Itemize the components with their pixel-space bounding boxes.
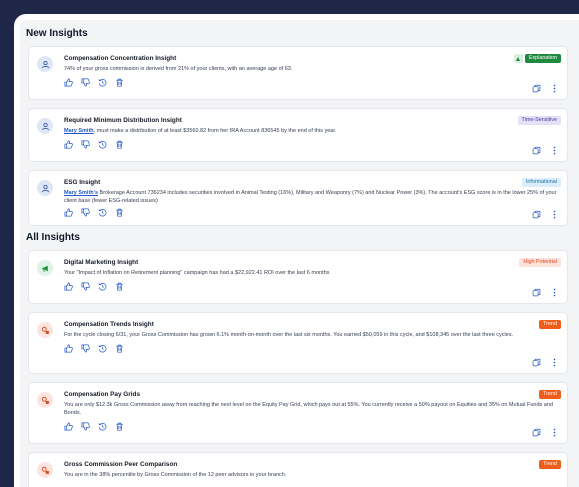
insight-card[interactable]: ESG Insight Informational Mary Smith's B…: [28, 170, 568, 226]
more-vertical-icon[interactable]: [550, 146, 559, 155]
insight-text: 74% of your gross commission is derived …: [64, 66, 293, 72]
insight-title: Compensation Trends Insight: [64, 321, 154, 328]
more-vertical-icon[interactable]: [550, 288, 559, 297]
more-vertical-icon[interactable]: [550, 210, 559, 219]
insight-card[interactable]: Compensation Concentration Insight Expla…: [28, 46, 568, 100]
insight-title: Compensation Pay Grids: [64, 391, 140, 398]
insight-text: Brokerage Account 736234 includes securi…: [64, 190, 557, 204]
all-insights-heading: All Insights: [26, 232, 80, 243]
copy-icon[interactable]: [532, 358, 541, 367]
insight-title: Compensation Concentration Insight: [64, 55, 177, 62]
copy-icon[interactable]: [532, 84, 541, 93]
thumbs-up-icon[interactable]: [64, 140, 73, 149]
insight-card[interactable]: Compensation Trends Insight Trend For th…: [28, 312, 568, 374]
snooze-icon[interactable]: [98, 140, 107, 149]
status-badge: Informational: [521, 178, 561, 187]
megaphone-icon: [37, 260, 53, 276]
more-vertical-icon[interactable]: [550, 84, 559, 93]
trash-icon[interactable]: [115, 282, 124, 291]
copy-icon[interactable]: [532, 146, 541, 155]
feedback-actions: [64, 281, 559, 291]
thumbs-up-icon[interactable]: [64, 422, 73, 431]
insight-text: You are in the 38% percentile by Gross C…: [64, 472, 287, 478]
insight-body: You are only $12.3k Gross Commission awa…: [64, 401, 559, 417]
copy-icon[interactable]: [532, 210, 541, 219]
client-link[interactable]: Mary Smith: [64, 128, 94, 134]
snooze-icon[interactable]: [98, 208, 107, 217]
insight-body: For the cycle closing 6/31, your Gross C…: [64, 331, 559, 339]
thumbs-down-icon[interactable]: [81, 208, 90, 217]
trend-icon: [37, 322, 53, 338]
insight-body: Mary Smith, must make a distribution of …: [64, 127, 559, 135]
trash-icon[interactable]: [115, 422, 124, 431]
more-vertical-icon[interactable]: [550, 428, 559, 437]
thumbs-up-icon[interactable]: [64, 282, 73, 291]
insight-body: Mary Smith's Brokerage Account 736234 in…: [64, 189, 559, 205]
feedback-actions: [64, 207, 559, 217]
person-icon: [37, 180, 53, 196]
insight-text: For the cycle closing 6/31, your Gross C…: [64, 332, 514, 338]
insights-panel: New Insights Compensation Concentration …: [20, 20, 579, 487]
insight-title: Gross Commission Peer Comparison: [64, 461, 178, 468]
trash-icon[interactable]: [115, 140, 124, 149]
insight-card[interactable]: Digital Marketing Insight High Potential…: [28, 250, 568, 304]
person-icon: [37, 118, 53, 134]
feedback-actions: [64, 343, 559, 353]
insight-card[interactable]: Required Minimum Distribution Insight Ti…: [28, 108, 568, 162]
trend-icon: [37, 392, 53, 408]
trash-icon[interactable]: [115, 344, 124, 353]
status-badge: Trend: [539, 390, 561, 399]
snooze-icon[interactable]: [98, 282, 107, 291]
copy-icon[interactable]: [532, 288, 541, 297]
snooze-icon[interactable]: [98, 78, 107, 87]
status-badge: Trend: [539, 320, 561, 329]
insight-text: , must make a distribution of at least $…: [93, 128, 337, 134]
copy-icon[interactable]: [532, 428, 541, 437]
trash-icon[interactable]: [115, 78, 124, 87]
snooze-icon[interactable]: [98, 422, 107, 431]
thumbs-down-icon[interactable]: [81, 78, 90, 87]
insight-title: Digital Marketing Insight: [64, 259, 139, 266]
status-badge: Trend: [539, 460, 561, 469]
thumbs-up-icon[interactable]: [64, 344, 73, 353]
thumbs-up-icon[interactable]: [64, 208, 73, 217]
insight-body: You are in the 38% percentile by Gross C…: [64, 471, 559, 479]
person-icon: [37, 56, 53, 72]
feedback-actions: [64, 421, 559, 431]
insight-card[interactable]: Compensation Pay Grids Trend You are onl…: [28, 382, 568, 444]
snooze-icon[interactable]: [98, 344, 107, 353]
insight-body: 74% of your gross commission is derived …: [64, 65, 559, 73]
trash-icon[interactable]: [115, 208, 124, 217]
insight-title: ESG Insight: [64, 179, 101, 186]
arrow-up-icon: [513, 54, 523, 63]
thumbs-down-icon[interactable]: [81, 422, 90, 431]
thumbs-down-icon[interactable]: [81, 344, 90, 353]
insight-card[interactable]: Gross Commission Peer Comparison Trend Y…: [28, 452, 568, 487]
insight-text: Your "Impact of Inflation on Retirement …: [64, 270, 330, 276]
status-badge: Explanation: [524, 54, 561, 63]
thumbs-down-icon[interactable]: [81, 282, 90, 291]
insight-text: You are only $12.3k Gross Commission awa…: [64, 402, 553, 416]
feedback-actions: [64, 139, 559, 149]
thumbs-down-icon[interactable]: [81, 140, 90, 149]
client-link[interactable]: Mary Smith's: [64, 190, 98, 196]
status-badge: High Potential: [519, 258, 561, 267]
feedback-actions: [64, 77, 559, 87]
status-badge: Time-Sensitive: [517, 116, 561, 125]
insight-body: Your "Impact of Inflation on Retirement …: [64, 269, 559, 277]
more-vertical-icon[interactable]: [550, 358, 559, 367]
app-frame: New Insights Compensation Concentration …: [14, 14, 579, 487]
insight-title: Required Minimum Distribution Insight: [64, 117, 182, 124]
trend-icon: [37, 462, 53, 478]
new-insights-heading: New Insights: [26, 28, 88, 39]
thumbs-up-icon[interactable]: [64, 78, 73, 87]
